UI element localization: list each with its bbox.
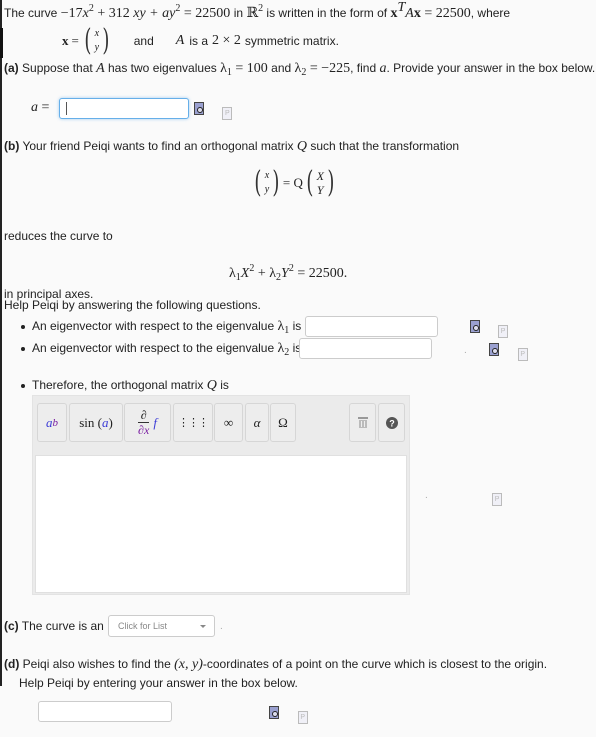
chevron-down-icon	[200, 625, 206, 628]
transformation-equation: (x y) = Q (X Y)	[254, 165, 335, 200]
paste-icon[interactable]: P	[222, 107, 233, 120]
alpha-button[interactable]: α	[245, 403, 269, 442]
bullet	[21, 384, 25, 388]
eigvec2-question: An eigenvector with respect to the eigen…	[32, 341, 302, 358]
preview-icon[interactable]	[269, 706, 280, 719]
reduces-text: reduces the curve to	[4, 229, 113, 243]
preview-icon[interactable]	[469, 320, 480, 333]
trash-button[interactable]	[349, 403, 376, 442]
paste-icon[interactable]: P	[517, 348, 528, 361]
eigvec2-input[interactable]	[299, 338, 432, 359]
r2-symbol: ℝ2	[246, 3, 264, 22]
eigvec1-question: An eigenvector with respect to the eigen…	[32, 319, 302, 336]
matrix-button[interactable]: ⋮⋮⋮	[173, 403, 213, 442]
omega-button[interactable]: Ω	[270, 403, 296, 442]
part-a-question: (a) Suppose that A has two eigenvalues λ…	[4, 61, 596, 78]
derivative-button[interactable]: ∂ ∂x f	[124, 403, 171, 442]
answer-d-input[interactable]	[38, 701, 172, 722]
preview-icon[interactable]	[489, 343, 500, 356]
vector-definition: x = ( xy ) and A is a 2 × 2 symmetric mat…	[62, 23, 339, 58]
intro-line: The curve −17x2 + 312 xy + ay2 = 22500 i…	[4, 0, 511, 22]
part-c-question: (c) The curve is an	[4, 619, 104, 633]
matrix-form: xTAx = 22500	[390, 0, 471, 22]
answer-a-label: a =	[31, 100, 50, 115]
paste-icon[interactable]: P	[498, 325, 509, 338]
matrix-grid-icon: ⋮⋮⋮	[178, 417, 209, 429]
bullet	[21, 325, 25, 329]
svg-text:?: ?	[389, 418, 395, 428]
curve-equation: −17x2 + 312 xy + ay2 = 22500	[60, 3, 231, 22]
part-b-question: (b) Your friend Peiqi wants to find an o…	[4, 139, 460, 154]
matrix-question: Therefore, the orthogonal matrix Q is	[32, 378, 229, 393]
intro-text: The curve	[4, 6, 58, 20]
infinity-button[interactable]: ∞	[214, 403, 243, 442]
reduced-equation: λ1X2 + λ2Y2 = 22500.	[229, 263, 348, 283]
paste-icon[interactable]: P	[297, 711, 308, 724]
part-d-question: (d) Peiqi also wishes to find the (x, y)…	[4, 657, 548, 672]
bullet	[21, 347, 25, 351]
trash-icon	[357, 417, 368, 428]
curve-type-select[interactable]: Click for List	[108, 615, 215, 637]
math-editor: ab sin (a) ∂ ∂x f ⋮⋮⋮ ∞ α Ω ?	[32, 395, 410, 595]
preview-icon[interactable]	[194, 102, 204, 115]
left-border-accent	[0, 28, 3, 58]
eigvec1-input[interactable]	[305, 316, 438, 337]
answer-a-input[interactable]	[59, 98, 189, 119]
paste-icon[interactable]: P	[492, 493, 503, 506]
column-vector-xy: ( xy )	[84, 23, 110, 58]
help-icon: ?	[385, 416, 398, 429]
sin-button[interactable]: sin (a)	[69, 403, 123, 442]
matrix-answer-editor[interactable]	[35, 455, 407, 593]
power-button[interactable]: ab	[37, 403, 67, 442]
text-caret	[66, 102, 67, 115]
help-text: Help Peiqi by answering the following qu…	[4, 298, 261, 312]
part-d-help: Help Peiqi by entering your answer in th…	[19, 676, 298, 690]
help-button[interactable]: ?	[378, 403, 405, 442]
left-border	[0, 0, 2, 686]
